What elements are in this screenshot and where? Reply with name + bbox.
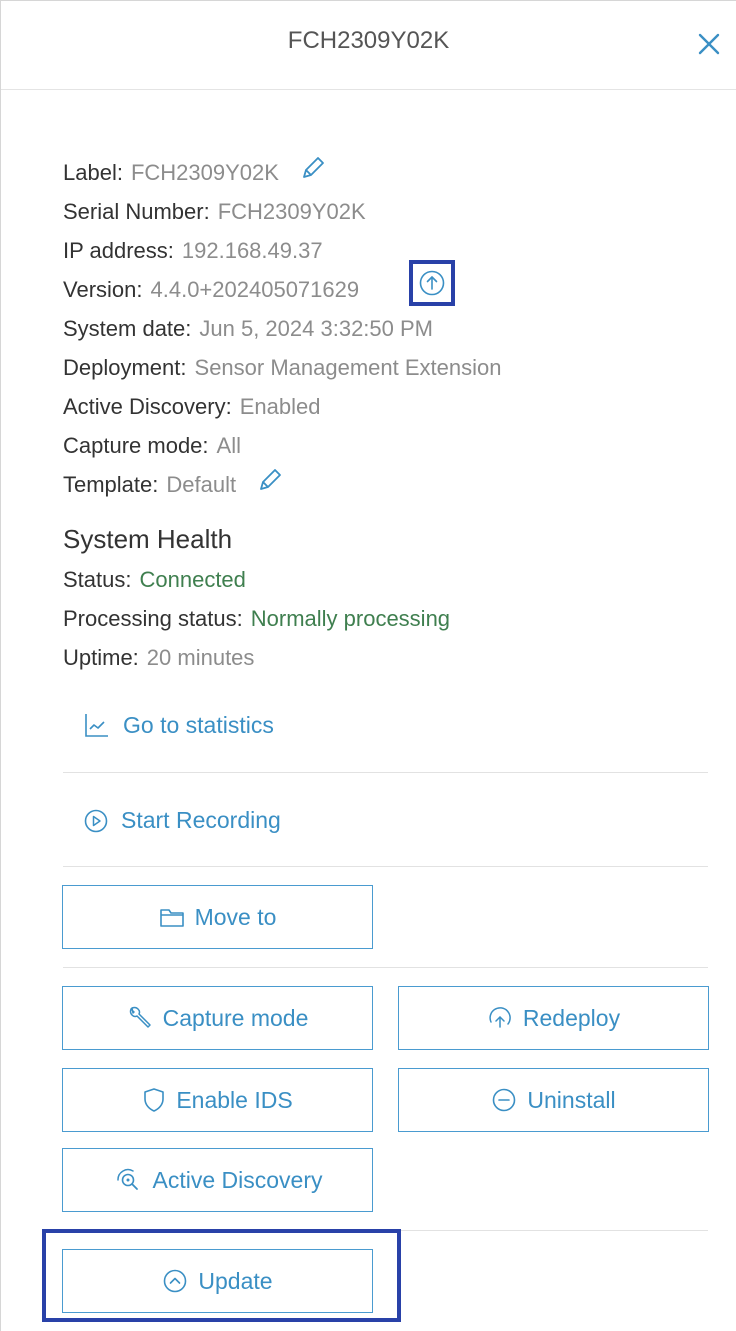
label-row: Label: FCH2309Y02K xyxy=(63,153,716,192)
edit-template-button[interactable] xyxy=(256,466,284,506)
capture-mode-row: Capture mode: All xyxy=(63,426,716,465)
sensor-details-panel: FCH2309Y02K Label: FCH2309Y02K Serial Num… xyxy=(0,0,736,1331)
start-recording-label: Start Recording xyxy=(121,807,281,833)
arrow-up-circle-icon xyxy=(419,270,445,296)
status-row: Status: Connected xyxy=(63,560,716,599)
edit-label-button[interactable] xyxy=(299,154,327,194)
sensor-info: Label: FCH2309Y02K Serial Number: FCH2309Y… xyxy=(63,153,716,677)
label-value: FCH2309Y02K xyxy=(130,160,279,185)
ip-key: IP address: xyxy=(63,238,174,263)
uninstall-button[interactable]: Uninstall xyxy=(398,1068,709,1132)
ip-row: IP address: 192.168.49.37 xyxy=(63,231,716,270)
active-discovery-button[interactable]: Active Discovery xyxy=(62,1148,373,1212)
pencil-icon xyxy=(260,469,282,491)
divider xyxy=(63,866,708,867)
template-key: Template: xyxy=(63,472,159,497)
uptime-key: Uptime: xyxy=(63,645,139,670)
folder-icon xyxy=(159,909,184,927)
status-key: Status: xyxy=(63,567,132,592)
system-health-title: System Health xyxy=(63,524,233,554)
active-discovery-key: Active Discovery: xyxy=(63,394,232,419)
capture-mode-label: Capture mode xyxy=(162,1004,309,1031)
processing-key: Processing status: xyxy=(63,606,243,631)
capture-mode-button[interactable]: Capture mode xyxy=(62,986,373,1050)
shield-icon xyxy=(144,1088,165,1112)
panel-header: FCH2309Y02K xyxy=(1,1,736,90)
ip-value: 192.168.49.37 xyxy=(181,238,323,263)
capture-mode-value: All xyxy=(216,433,241,458)
move-to-button[interactable]: Move to xyxy=(62,885,373,949)
version-key: Version: xyxy=(63,277,143,302)
processing-row: Processing status: Normally processing xyxy=(63,599,716,638)
divider xyxy=(63,967,708,968)
enable-ids-label: Enable IDS xyxy=(176,1086,293,1113)
capture-mode-key: Capture mode: xyxy=(63,433,209,458)
uptime-value: 20 minutes xyxy=(146,645,255,670)
serial-row: Serial Number: FCH2309Y02K xyxy=(63,192,716,231)
deployment-key: Deployment: xyxy=(63,355,187,380)
serial-value: FCH2309Y02K xyxy=(217,199,366,224)
go-to-statistics-label: Go to statistics xyxy=(123,711,274,738)
update-highlight-frame xyxy=(42,1229,401,1322)
start-recording-link[interactable]: Start Recording xyxy=(83,807,281,834)
active-discovery-row: Active Discovery: Enabled xyxy=(63,387,716,426)
panel-title: FCH2309Y02K xyxy=(287,27,450,54)
pencil-icon xyxy=(303,157,324,179)
upgrade-version-button[interactable] xyxy=(409,260,455,306)
template-value: Default xyxy=(166,472,237,497)
label-key: Label: xyxy=(63,160,123,185)
radar-search-icon xyxy=(116,1168,138,1190)
play-circle-icon xyxy=(84,809,108,832)
minus-circle-icon xyxy=(493,1088,516,1112)
wrench-icon xyxy=(129,1006,151,1028)
go-to-statistics-link[interactable]: Go to statistics xyxy=(83,711,274,739)
deployment-row: Deployment: Sensor Management Extension xyxy=(63,348,716,387)
redeploy-button[interactable]: Redeploy xyxy=(398,986,709,1050)
line-chart-icon xyxy=(85,714,108,737)
system-date-row: System date: Jun 5, 2024 3:32:50 PM xyxy=(63,309,716,348)
serial-key: Serial Number: xyxy=(63,199,210,224)
active-discovery-label: Active Discovery xyxy=(152,1166,323,1193)
system-date-key: System date: xyxy=(63,316,192,341)
close-button[interactable] xyxy=(692,27,726,61)
close-icon xyxy=(698,33,720,55)
uptime-row: Uptime: 20 minutes xyxy=(63,638,716,677)
template-row: Template: Default xyxy=(63,465,716,504)
divider xyxy=(63,772,708,773)
redeploy-label: Redeploy xyxy=(522,1004,621,1031)
version-value: 4.4.0+202405071629 xyxy=(150,277,360,302)
processing-value: Normally processing xyxy=(250,606,451,631)
uninstall-label: Uninstall xyxy=(527,1086,616,1113)
active-discovery-value: Enabled xyxy=(239,394,321,419)
system-date-value: Jun 5, 2024 3:32:50 PM xyxy=(199,316,434,341)
move-to-label: Move to xyxy=(194,903,277,930)
status-value: Connected xyxy=(139,567,246,592)
deployment-value: Sensor Management Extension xyxy=(194,355,502,380)
enable-ids-button[interactable]: Enable IDS xyxy=(62,1068,373,1132)
redeploy-icon xyxy=(489,1007,511,1028)
version-row: Version: 4.4.0+202405071629 xyxy=(63,260,716,309)
